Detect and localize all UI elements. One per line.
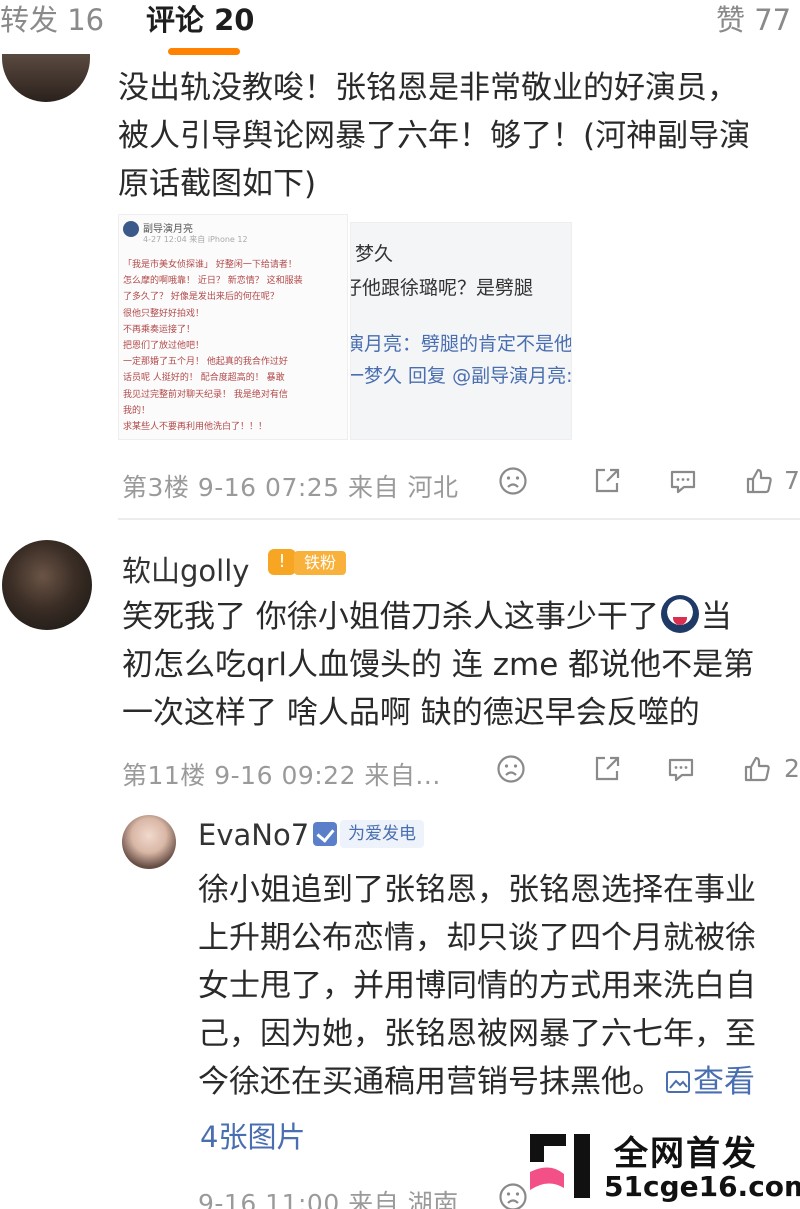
tab-like[interactable]: 赞 77 [716, 2, 791, 38]
dislike-face-icon[interactable] [498, 466, 528, 496]
like-icon[interactable] [744, 466, 774, 496]
screenshot-line: 「我是市美女侦探谁」 好整闲一下给请者！ [123, 260, 297, 270]
reply-line: 徐小姐追到了张铭恩，张铭恩选择在事业 [198, 872, 756, 908]
screenshot-line: 一梦久 回复 @副导演月亮: [350, 365, 572, 387]
screenshot-time: 4-27 12:04 来自 iPhone 12 [143, 235, 248, 244]
user-name[interactable]: EvaNo7 [198, 818, 309, 852]
comment-line: 笑死我了 你徐小姐借刀杀人这事少干了 当 [122, 593, 754, 641]
user-tag: 为爱发电 [340, 820, 424, 848]
view-more-label: 查看 [693, 1064, 755, 1100]
screenshot-text: 「我是市美女侦探谁」 好整闲一下给请者！ 怎么摩的啊哦靠！ 近日？ 新恋情？ 这… [123, 257, 345, 435]
share-icon[interactable] [592, 754, 622, 784]
watermark-url: 51cge16.com [604, 1170, 800, 1203]
comment-line: 被人引导舆论网暴了六年！够了！(河神副导演 [118, 118, 751, 154]
screenshot-line: 怎么摩的啊哦靠！ 近日？ 新恋情？ 这和服装 [123, 276, 303, 287]
screenshot-line: 求某些人不要再利用他洗白了！！！ [123, 422, 268, 433]
tab-bar: 转发 16 评论 20 赞 77 [0, 0, 800, 56]
comment-line-text: 笑死我了 你徐小姐借刀杀人这事少干了 [122, 599, 659, 635]
watermark-logo-icon [530, 1134, 590, 1198]
comment-icon[interactable] [668, 466, 698, 496]
active-tab-indicator [168, 48, 240, 55]
tab-repost[interactable]: 转发 16 [0, 2, 104, 38]
divider [118, 518, 800, 520]
watermark-title: 全网首发 [614, 1134, 758, 1174]
screenshot-line: 仔他跟徐璐呢？是劈腿 [350, 277, 534, 299]
tab-comment[interactable]: 评论 20 [146, 2, 254, 38]
like-count: 2 [784, 754, 800, 783]
reply-line: 今徐还在买通稿用营销号抹黑他。 查看 [198, 1058, 756, 1106]
share-icon[interactable] [592, 466, 622, 496]
reply-line: 上升期公布恋情，却只谈了四个月就被徐 [198, 920, 756, 956]
screenshot-line: 梦久 [355, 243, 394, 265]
user-name[interactable]: 软山golly [122, 548, 249, 590]
screenshot-line: 我的！ [123, 405, 151, 416]
verified-icon [313, 822, 337, 846]
comment-image[interactable]: 梦久 仔他跟徐璐呢？是劈腿 演月亮：劈腿的肯定不是他 一梦久 回复 @副导演月亮… [350, 222, 572, 440]
like-count: 7 [784, 466, 800, 495]
reply-text: 徐小姐追到了张铭恩，张铭恩选择在事业 上升期公布恋情，却只谈了四个月就被徐 女士… [198, 866, 756, 1106]
comment-meta: 第3楼 9-16 07:25 来自 河北 [122, 473, 459, 502]
dislike-face-icon[interactable] [496, 754, 526, 784]
comment-line-text: 当 [700, 599, 732, 635]
screenshot-line: 话员呢 人挺好的！ 配合度超高的！ 暴敢 [123, 373, 285, 384]
fan-badge: 铁粉 [294, 551, 346, 575]
comment-line: 没出轨没教唆！张铭恩是非常敬业的好演员， [118, 70, 738, 106]
reply-line: 己，因为她，张铭恩被网暴了六七年，至 [198, 1016, 756, 1052]
reply-line: 女士甩了，并用博同情的方式用来洗白自 [198, 968, 756, 1004]
reply-meta: 9-16 11:00 来自 湖南 [198, 1189, 459, 1209]
screenshot-line: 不再乘奏运接了！ [123, 324, 196, 335]
view-more-link[interactable]: 查看 [663, 1064, 755, 1100]
comment-line: 一次这样了 啥人品啊 缺的德迟早会反噬的 [122, 695, 700, 731]
fan-level-icon: ! [268, 549, 296, 575]
comment-line: 初怎么吃qrl人血馒头的 连 zme 都说他不是第 [122, 647, 755, 683]
screenshot-line: 很他只整好好拍戏！ [123, 308, 205, 319]
screenshot-line: 把恩们了放过他吧！ [123, 341, 205, 352]
reply-line-text: 今徐还在买通稿用营销号抹黑他。 [198, 1064, 663, 1100]
images-link[interactable]: 4张图片 [200, 1114, 305, 1156]
avatar[interactable] [122, 815, 176, 869]
comment-image[interactable]: 副导演月亮 4-27 12:04 来自 iPhone 12 「我是市美女侦探谁」… [118, 214, 348, 440]
comment-line: 原话截图如下) [118, 166, 317, 202]
screenshot-line: 了多久了？ 好像是发出来后的何在呢？ [123, 292, 279, 303]
comment-meta: 第11楼 9-16 09:22 来自... [122, 761, 441, 790]
comment-text: 没出轨没教唆！张铭恩是非常敬业的好演员， 被人引导舆论网暴了六年！够了！(河神副… [118, 64, 750, 208]
screenshot-line: 我见过完整前对聊天纪录！ 我是绝对有信 [123, 389, 288, 400]
comment-text: 笑死我了 你徐小姐借刀杀人这事少干了 当 初怎么吃qrl人血馒头的 连 zme 都… [122, 593, 754, 737]
avatar[interactable] [2, 54, 90, 102]
like-icon[interactable] [742, 754, 772, 784]
avatar [123, 221, 139, 237]
screenshot-account-name: 副导演月亮 [143, 224, 193, 235]
laughing-emoji-icon [660, 595, 699, 633]
comment-icon[interactable] [666, 754, 696, 784]
image-icon [666, 1071, 690, 1093]
screenshot-line: 演月亮：劈腿的肯定不是他 [350, 333, 572, 355]
avatar[interactable] [2, 540, 92, 630]
dislike-face-icon[interactable] [498, 1182, 528, 1209]
screenshot-line: 一定那婚了五个月！ 他起真的我合作过好 [123, 357, 288, 368]
